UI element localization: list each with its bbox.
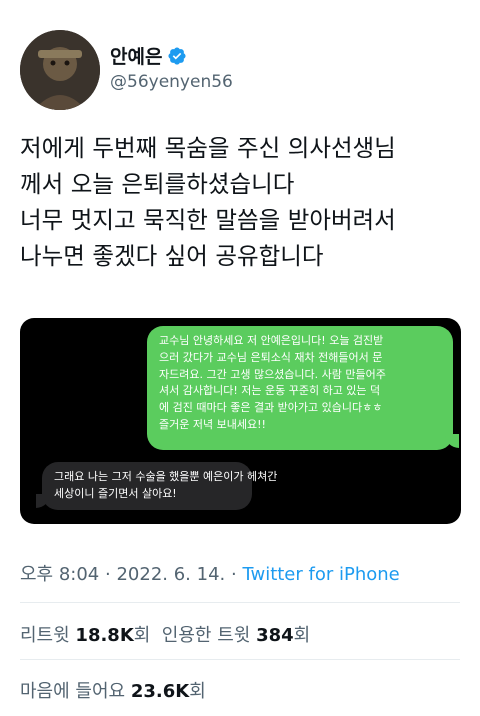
message-line: 에 검진 때마다 좋은 결과 받아가고 있습니다ㅎㅎ bbox=[159, 401, 383, 415]
likes-count[interactable]: 23.6K bbox=[131, 681, 189, 702]
like-stats: 마음에 들어요 23.6K회 bbox=[20, 677, 206, 703]
avatar[interactable] bbox=[20, 30, 100, 110]
retweet-stats: 리트윗 18.8K회 인용한 트윗 384회 bbox=[20, 621, 310, 647]
message-line: 교수님 안녕하세요 저 안예은입니다! 오늘 검진받 bbox=[159, 334, 384, 347]
message-line: 으러 갔다가 교수님 은퇴소식 재차 전해들어서 문 bbox=[159, 350, 383, 364]
likes-label: 마음에 들어요 bbox=[20, 681, 126, 702]
divider bbox=[20, 659, 460, 660]
tweet-meta: 오후 8:04 · 2022. 6. 14. · Twitter for iPh… bbox=[20, 560, 400, 586]
message-line: 셔서 감사합니다! 저는 운동 꾸준히 하고 있는 덕 bbox=[159, 384, 381, 398]
retweets-unit: 회 bbox=[133, 625, 151, 646]
message-line: 그래요 나는 그저 수술을 했을뿐 예은이가 헤쳐간 bbox=[54, 470, 278, 483]
meta-separator: · bbox=[105, 564, 111, 585]
tweet-text-line: 께서 오늘 은퇴를하셨습니다 bbox=[20, 170, 295, 198]
sent-message-bubble: 교수님 안녕하세요 저 안예은입니다! 오늘 검진받 으러 갔다가 교수님 은퇴… bbox=[147, 326, 459, 450]
bubble-tail bbox=[36, 494, 50, 508]
received-message-bubble: 그래요 나는 그저 수술을 했을뿐 예은이가 헤쳐간 세상이니 즐기면서 살아요… bbox=[36, 462, 278, 510]
name-row: 안예은 bbox=[110, 42, 187, 69]
bubble-tail bbox=[445, 434, 459, 448]
tweet-text-line: 나누면 좋겠다 싶어 공유합니다 bbox=[20, 242, 324, 270]
divider bbox=[20, 602, 460, 603]
tweet-date[interactable]: 2022. 6. 14. bbox=[116, 564, 225, 585]
message-line: 세상이니 즐기면서 살아요! bbox=[54, 487, 177, 500]
tweet-text: 저에게 두번째 목숨을 주신 의사선생님 께서 오늘 은퇴를하셨습니다 너무 멋… bbox=[20, 130, 465, 274]
tweet-source-link[interactable]: Twitter for iPhone bbox=[242, 564, 399, 585]
tweet-header: 안예은 @56yenyen56 bbox=[20, 30, 460, 110]
likes-unit: 회 bbox=[189, 681, 206, 702]
quotes-label: 인용한 트윗 bbox=[161, 625, 251, 646]
message-line: 즐거운 저녁 보내세요!! bbox=[159, 417, 266, 431]
display-name[interactable]: 안예은 bbox=[110, 42, 162, 69]
verified-badge-icon bbox=[167, 46, 187, 66]
attached-image[interactable]: 교수님 안녕하세요 저 안예은입니다! 오늘 검진받 으러 갔다가 교수님 은퇴… bbox=[20, 318, 461, 524]
tweet-text-line: 저에게 두번째 목숨을 주신 의사선생님 bbox=[20, 134, 396, 162]
retweets-label: 리트윗 bbox=[20, 625, 70, 646]
tweet-text-line: 너무 멋지고 묵직한 말씀을 받아버려서 bbox=[20, 206, 396, 234]
message-line: 자드려요. 그간 고생 많으셨습니다. 사람 만들어주 bbox=[159, 367, 386, 381]
user-handle[interactable]: @56yenyen56 bbox=[110, 72, 233, 92]
meta-separator: · bbox=[230, 564, 237, 585]
tweet-time[interactable]: 오후 8:04 bbox=[20, 564, 99, 585]
retweets-count[interactable]: 18.8K bbox=[75, 625, 133, 646]
quotes-count[interactable]: 384 bbox=[256, 625, 294, 646]
quotes-unit: 회 bbox=[293, 625, 311, 646]
avatar-image bbox=[20, 30, 100, 110]
